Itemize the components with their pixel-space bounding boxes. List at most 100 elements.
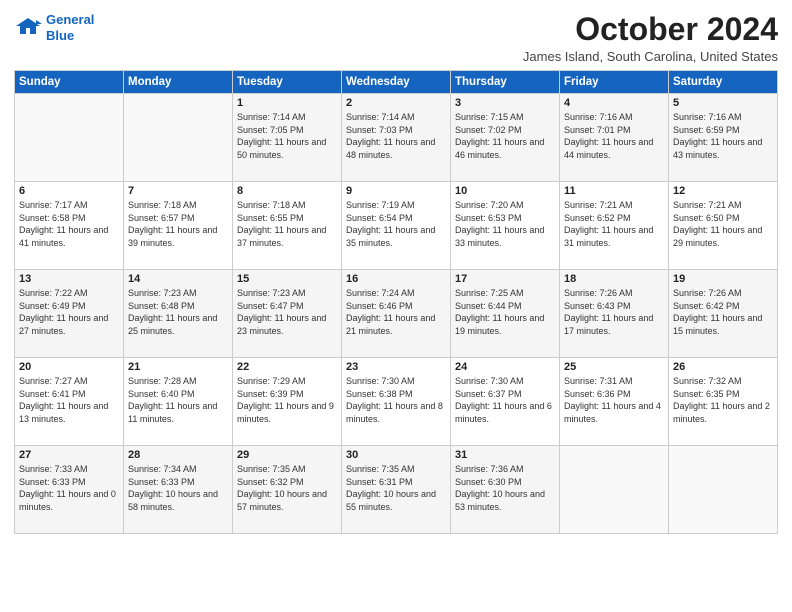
calendar-week-5: 27Sunrise: 7:33 AMSunset: 6:33 PMDayligh… [15,446,778,534]
calendar-cell: 27Sunrise: 7:33 AMSunset: 6:33 PMDayligh… [15,446,124,534]
day-info: Sunrise: 7:22 AMSunset: 6:49 PMDaylight:… [19,287,119,337]
calendar-cell: 29 Sunrise: 7:35 AMSunset: 6:32 PMDayligh… [233,446,342,534]
calendar-cell: 25 Sunrise: 7:31 AMSunset: 6:36 PMDayligh… [560,358,669,446]
day-number: 12 [673,185,773,197]
calendar-table: SundayMondayTuesdayWednesdayThursdayFrid… [14,70,778,534]
day-number: 26 [673,361,773,373]
calendar-cell: 28 Sunrise: 7:34 AMSunset: 6:33 PMDayligh… [124,446,233,534]
calendar-week-1: 1 Sunrise: 7:14 AMSunset: 7:05 PMDaylight… [15,94,778,182]
title-area: October 2024 James Island, South Carolin… [523,12,778,64]
calendar-cell: 18 Sunrise: 7:26 AMSunset: 6:43 PMDayligh… [560,270,669,358]
calendar-header-wednesday: Wednesday [342,71,451,94]
calendar-header-monday: Monday [124,71,233,94]
calendar-header-tuesday: Tuesday [233,71,342,94]
calendar-cell: 12 Sunrise: 7:21 AMSunset: 6:50 PMDayligh… [669,182,778,270]
logo-line2: Blue [46,28,74,43]
day-info: Sunrise: 7:29 AMSunset: 6:39 PMDaylight:… [237,375,337,425]
day-number: 23 [346,361,446,373]
day-info: Sunrise: 7:26 AMSunset: 6:43 PMDaylight:… [564,287,664,337]
calendar-cell: 23 Sunrise: 7:30 AMSunset: 6:38 PMDayligh… [342,358,451,446]
location: James Island, South Carolina, United Sta… [523,49,778,64]
day-number: 28 [128,449,228,461]
day-number: 11 [564,185,664,197]
day-number: 8 [237,185,337,197]
calendar-header-thursday: Thursday [451,71,560,94]
calendar-cell: 3 Sunrise: 7:15 AMSunset: 7:02 PMDaylight… [451,94,560,182]
calendar-cell [560,446,669,534]
calendar-week-4: 20Sunrise: 7:27 AMSunset: 6:41 PMDayligh… [15,358,778,446]
calendar-cell: 6 Sunrise: 7:17 AMSunset: 6:58 PMDaylight… [15,182,124,270]
calendar-cell [15,94,124,182]
day-info: Sunrise: 7:36 AMSunset: 6:30 PMDaylight:… [455,463,555,513]
day-info: Sunrise: 7:25 AMSunset: 6:44 PMDaylight:… [455,287,555,337]
day-info: Sunrise: 7:24 AMSunset: 6:46 PMDaylight:… [346,287,446,337]
logo-icon [14,16,42,40]
day-info: Sunrise: 7:27 AMSunset: 6:41 PMDaylight:… [19,375,119,425]
day-info: Sunrise: 7:19 AMSunset: 6:54 PMDaylight:… [346,199,446,249]
logo-text: General Blue [46,12,94,43]
day-info: Sunrise: 7:28 AMSunset: 6:40 PMDaylight:… [128,375,228,425]
calendar-cell: 10Sunrise: 7:20 AMSunset: 6:53 PMDayligh… [451,182,560,270]
day-info: Sunrise: 7:14 AMSunset: 7:03 PMDaylight:… [346,111,446,161]
calendar-cell: 2 Sunrise: 7:14 AMSunset: 7:03 PMDaylight… [342,94,451,182]
calendar-cell: 19 Sunrise: 7:26 AMSunset: 6:42 PMDayligh… [669,270,778,358]
day-number: 29 [237,449,337,461]
calendar-cell: 16Sunrise: 7:24 AMSunset: 6:46 PMDayligh… [342,270,451,358]
day-number: 3 [455,97,555,109]
calendar-cell: 4 Sunrise: 7:16 AMSunset: 7:01 PMDaylight… [560,94,669,182]
day-info: Sunrise: 7:18 AMSunset: 6:57 PMDaylight:… [128,199,228,249]
calendar-header-sunday: Sunday [15,71,124,94]
day-number: 6 [19,185,119,197]
day-info: Sunrise: 7:20 AMSunset: 6:53 PMDaylight:… [455,199,555,249]
day-info: Sunrise: 7:30 AMSunset: 6:38 PMDaylight:… [346,375,446,425]
day-info: Sunrise: 7:15 AMSunset: 7:02 PMDaylight:… [455,111,555,161]
calendar-header-saturday: Saturday [669,71,778,94]
day-number: 14 [128,273,228,285]
calendar-cell: 8 Sunrise: 7:18 AMSunset: 6:55 PMDaylight… [233,182,342,270]
day-number: 4 [564,97,664,109]
day-number: 15 [237,273,337,285]
calendar-cell: 26 Sunrise: 7:32 AMSunset: 6:35 PMDayligh… [669,358,778,446]
day-info: Sunrise: 7:18 AMSunset: 6:55 PMDaylight:… [237,199,337,249]
calendar-cell: 14Sunrise: 7:23 AMSunset: 6:48 PMDayligh… [124,270,233,358]
calendar-cell: 13 Sunrise: 7:22 AMSunset: 6:49 PMDayligh… [15,270,124,358]
day-info: Sunrise: 7:35 AMSunset: 6:31 PMDaylight:… [346,463,446,513]
day-number: 25 [564,361,664,373]
logo-line1: General [46,12,94,27]
day-number: 18 [564,273,664,285]
calendar-cell: 1 Sunrise: 7:14 AMSunset: 7:05 PMDaylight… [233,94,342,182]
calendar-header-row: SundayMondayTuesdayWednesdayThursdayFrid… [15,71,778,94]
day-number: 30 [346,449,446,461]
calendar-cell: 24Sunrise: 7:30 AMSunset: 6:37 PMDayligh… [451,358,560,446]
calendar-cell [124,94,233,182]
calendar-header-friday: Friday [560,71,669,94]
day-info: Sunrise: 7:34 AMSunset: 6:33 PMDaylight:… [128,463,228,513]
day-number: 9 [346,185,446,197]
day-info: Sunrise: 7:33 AMSunset: 6:33 PMDaylight:… [19,463,119,513]
logo: General Blue [14,12,94,43]
day-info: Sunrise: 7:32 AMSunset: 6:35 PMDaylight:… [673,375,773,425]
calendar-cell: 21 Sunrise: 7:28 AMSunset: 6:40 PMDayligh… [124,358,233,446]
calendar-cell: 17Sunrise: 7:25 AMSunset: 6:44 PMDayligh… [451,270,560,358]
day-info: Sunrise: 7:31 AMSunset: 6:36 PMDaylight:… [564,375,664,425]
day-info: Sunrise: 7:26 AMSunset: 6:42 PMDaylight:… [673,287,773,337]
day-info: Sunrise: 7:35 AMSunset: 6:32 PMDaylight:… [237,463,337,513]
calendar-cell: 5Sunrise: 7:16 AMSunset: 6:59 PMDaylight… [669,94,778,182]
day-number: 7 [128,185,228,197]
day-info: Sunrise: 7:14 AMSunset: 7:05 PMDaylight:… [237,111,337,161]
calendar-cell [669,446,778,534]
calendar-cell: 11Sunrise: 7:21 AMSunset: 6:52 PMDayligh… [560,182,669,270]
day-info: Sunrise: 7:21 AMSunset: 6:50 PMDaylight:… [673,199,773,249]
calendar-cell: 30 Sunrise: 7:35 AMSunset: 6:31 PMDayligh… [342,446,451,534]
day-info: Sunrise: 7:16 AMSunset: 7:01 PMDaylight:… [564,111,664,161]
calendar-cell: 7 Sunrise: 7:18 AMSunset: 6:57 PMDaylight… [124,182,233,270]
day-number: 5 [673,97,773,109]
day-number: 21 [128,361,228,373]
day-info: Sunrise: 7:17 AMSunset: 6:58 PMDaylight:… [19,199,119,249]
day-number: 2 [346,97,446,109]
day-info: Sunrise: 7:30 AMSunset: 6:37 PMDaylight:… [455,375,555,425]
calendar-cell: 20Sunrise: 7:27 AMSunset: 6:41 PMDayligh… [15,358,124,446]
day-number: 19 [673,273,773,285]
day-number: 13 [19,273,119,285]
day-number: 1 [237,97,337,109]
